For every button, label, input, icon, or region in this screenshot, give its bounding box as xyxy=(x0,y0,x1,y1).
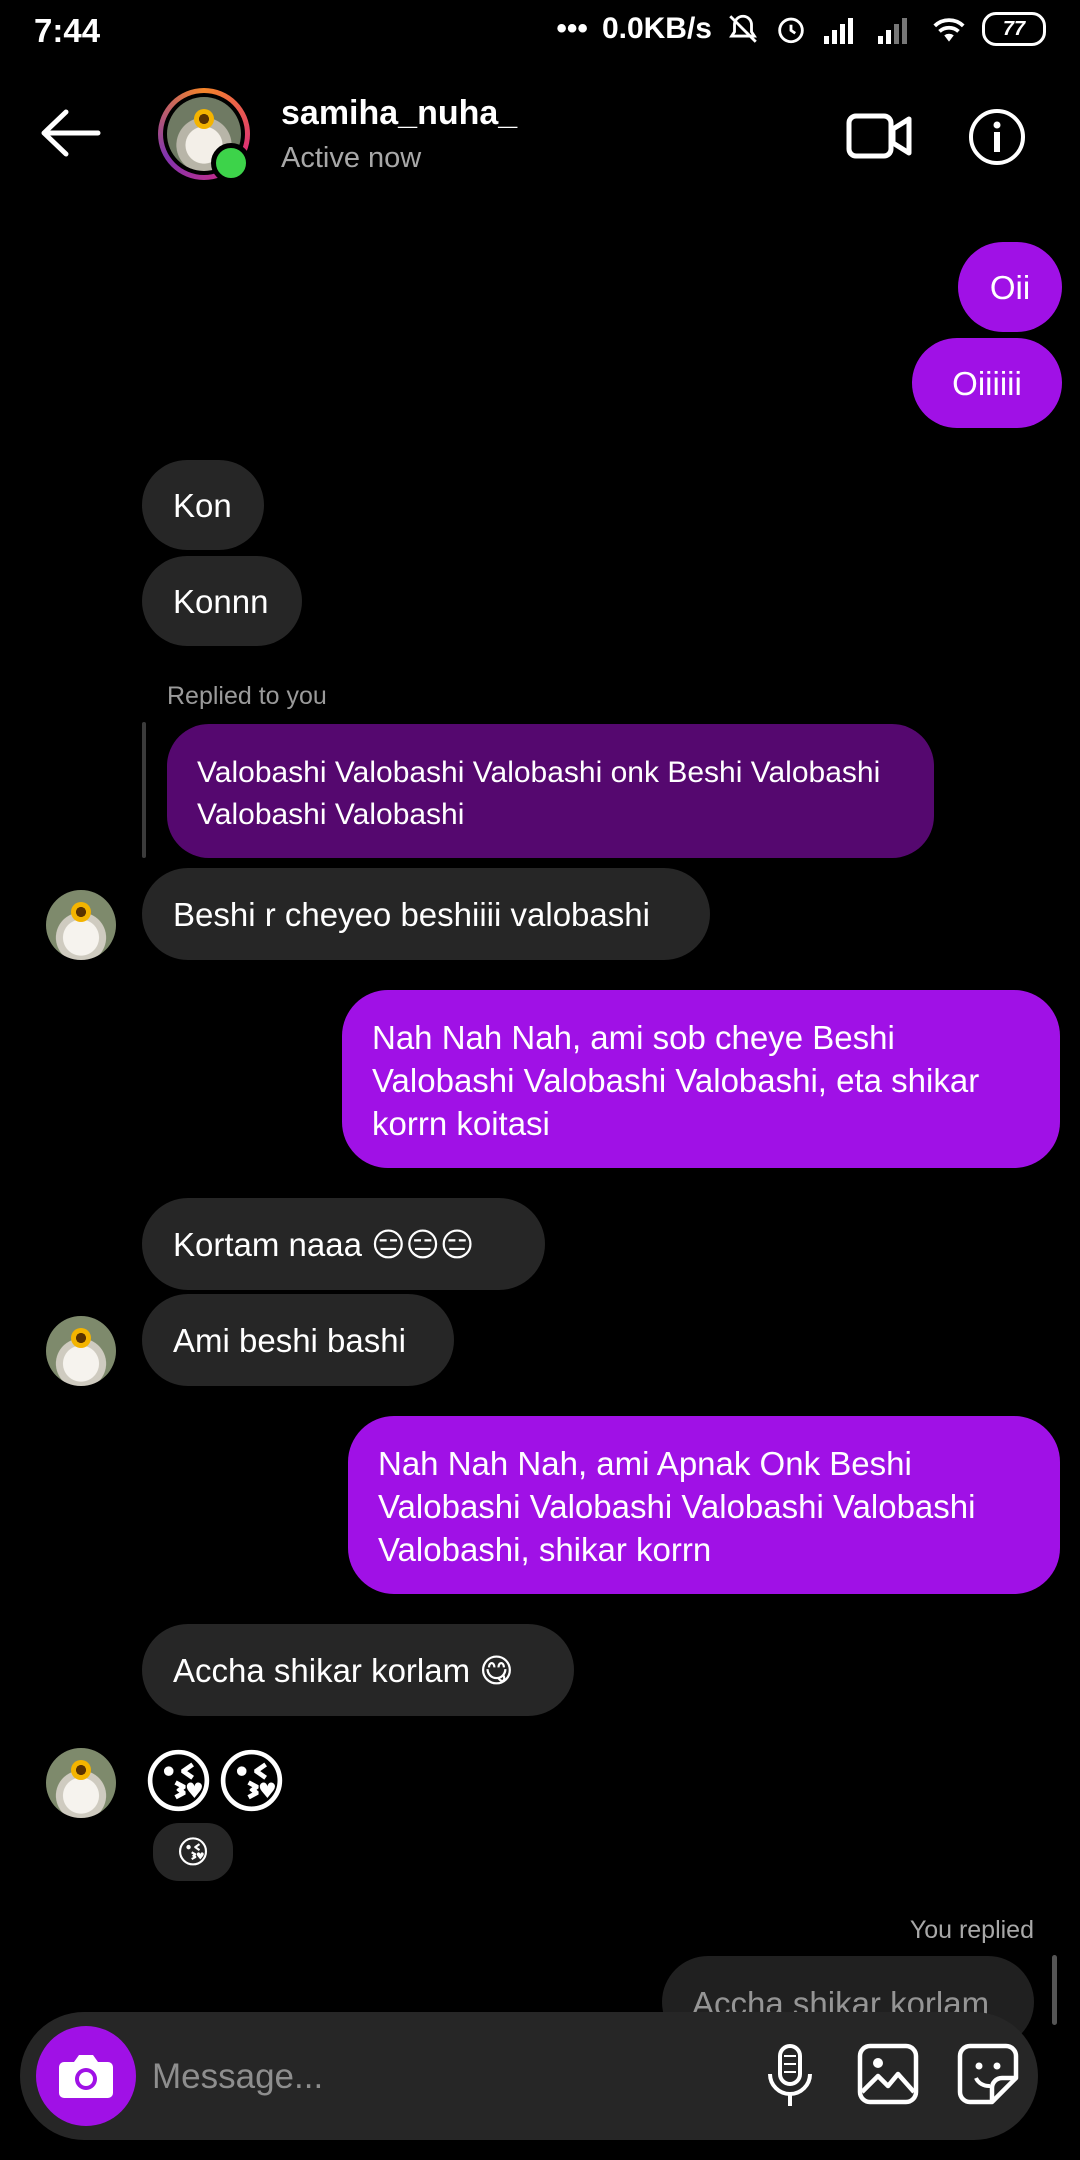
received-message[interactable]: Konnn xyxy=(142,556,302,646)
sunflower-icon xyxy=(71,902,91,922)
quoted-message[interactable]: Valobashi Valobashi Valobashi onk Beshi … xyxy=(167,724,934,858)
sender-avatar[interactable] xyxy=(46,890,116,960)
replied-to-you-label: Replied to you xyxy=(167,682,327,710)
active-status: Active now xyxy=(281,142,422,174)
sunflower-icon xyxy=(71,1760,91,1780)
back-arrow-icon[interactable] xyxy=(38,108,102,158)
notification-dots-icon: ••• xyxy=(556,12,588,45)
received-message[interactable]: Kortam naaa 😑😑😑 xyxy=(142,1198,545,1290)
sunflower-icon xyxy=(194,109,214,129)
received-message[interactable]: Kon xyxy=(142,460,264,550)
sender-avatar[interactable] xyxy=(46,1748,116,1818)
wifi-icon xyxy=(933,18,965,42)
mute-bell-icon xyxy=(729,14,757,43)
received-message[interactable]: Beshi r cheyeo beshiiii valobashi xyxy=(142,868,710,960)
sent-message[interactable]: Oii xyxy=(958,242,1062,332)
video-call-icon[interactable] xyxy=(846,110,912,162)
chat-username[interactable]: samiha_nuha_ xyxy=(281,94,517,133)
reaction-badge[interactable]: 😘 xyxy=(150,1820,236,1884)
camera-icon xyxy=(59,2055,113,2098)
message-input[interactable] xyxy=(150,2042,714,2112)
status-time: 7:44 xyxy=(34,12,101,49)
you-replied-label: You replied xyxy=(909,1916,1034,1944)
emoji-message[interactable]: 😘😘 xyxy=(142,1742,288,1822)
status-bar: 7:44 ••• 0.0KB/s 77 xyxy=(0,0,1080,62)
microphone-icon[interactable] xyxy=(758,2042,822,2110)
reply-thread-bar xyxy=(142,722,146,858)
received-message[interactable]: Accha shikar korlam 😋 xyxy=(142,1624,574,1716)
gallery-icon[interactable] xyxy=(856,2042,920,2106)
online-indicator xyxy=(211,143,251,183)
message-composer xyxy=(20,2012,1038,2140)
alarm-icon xyxy=(778,17,804,44)
sticker-icon[interactable] xyxy=(956,2042,1020,2106)
sunflower-icon xyxy=(71,1328,91,1348)
sent-message[interactable]: Oiiiiii xyxy=(912,338,1062,428)
sender-avatar[interactable] xyxy=(46,1316,116,1386)
status-icons: ••• 0.0KB/s 77 xyxy=(556,12,1046,46)
scrollbar[interactable] xyxy=(1052,1955,1057,2025)
battery-indicator: 77 xyxy=(982,12,1046,46)
received-message[interactable]: Ami beshi bashi xyxy=(142,1294,454,1386)
camera-button[interactable] xyxy=(36,2026,136,2126)
chat-header: samiha_nuha_ Active now xyxy=(0,62,1080,212)
info-icon[interactable] xyxy=(968,108,1026,166)
signal-2-icon xyxy=(878,18,907,44)
sent-message[interactable]: Nah Nah Nah, ami sob cheye Beshi Valobas… xyxy=(342,990,1060,1168)
signal-icon xyxy=(824,18,853,44)
sent-message[interactable]: Nah Nah Nah, ami Apnak Onk Beshi Valobas… xyxy=(348,1416,1060,1594)
network-speed: 0.0KB/s xyxy=(601,12,712,45)
